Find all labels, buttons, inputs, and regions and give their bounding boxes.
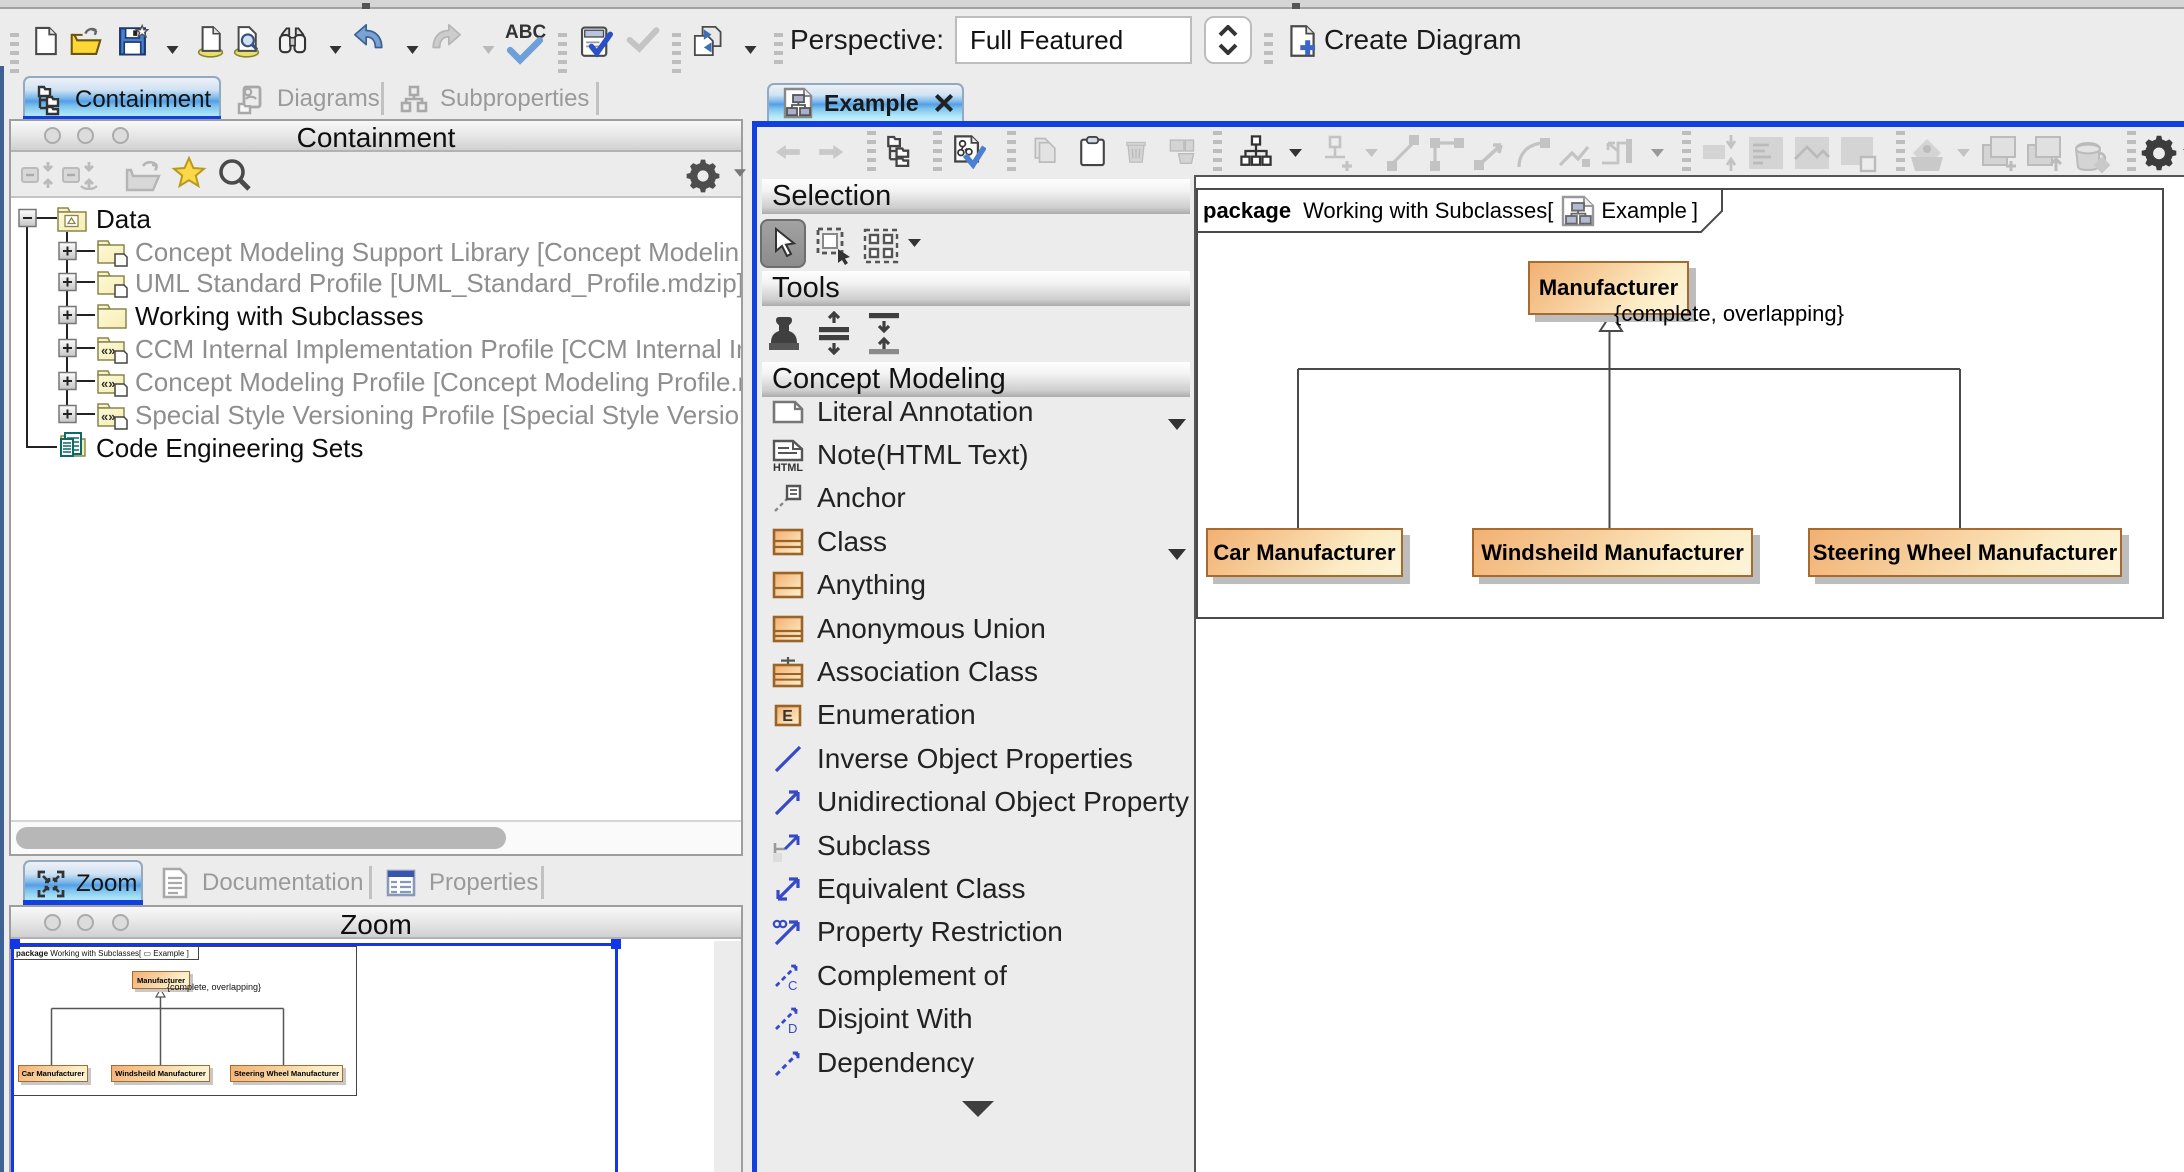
svg-text:C: C xyxy=(788,978,797,993)
svg-text:D: D xyxy=(788,1021,797,1036)
svg-text:«»: «» xyxy=(101,343,115,358)
svg-text:HTML: HTML xyxy=(773,462,803,472)
svg-text:E: E xyxy=(782,708,793,725)
